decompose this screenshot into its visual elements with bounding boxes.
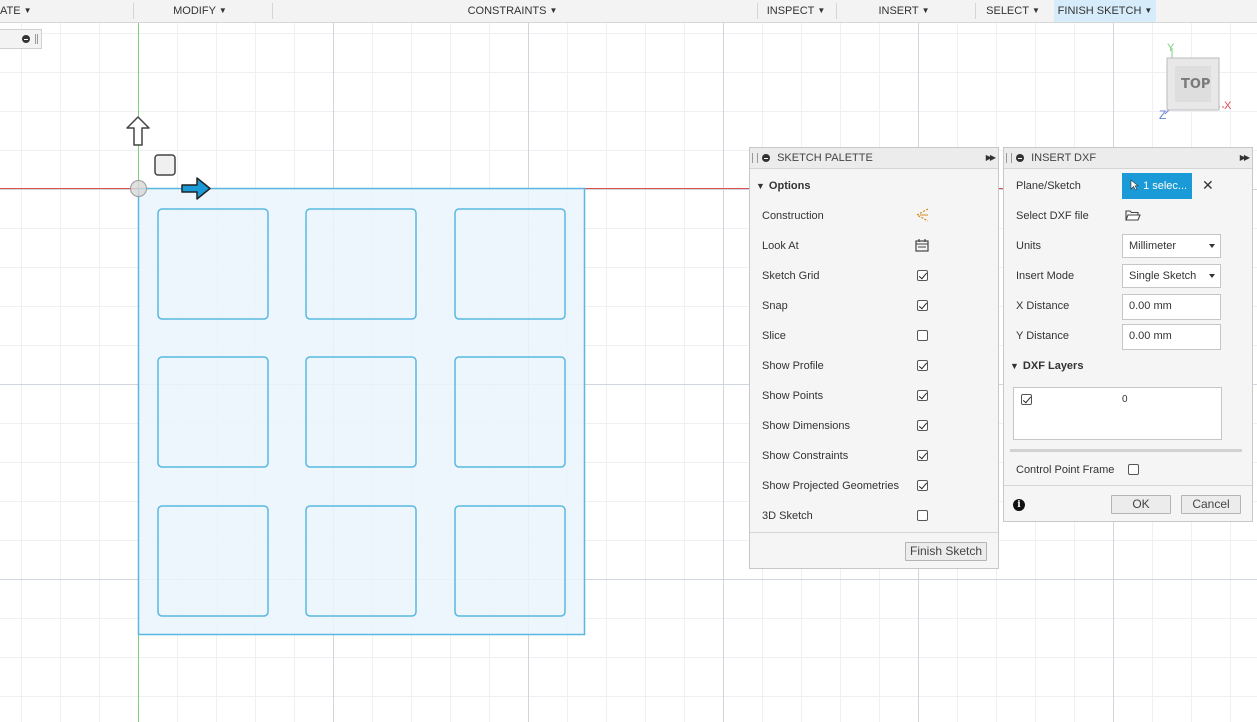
options-section-header[interactable]: ▼ Options (756, 180, 810, 192)
collapse-triangle-icon: ▼ (756, 181, 765, 191)
control-point-frame-label: Control Point Frame (1016, 464, 1115, 476)
layer-name: 0 (1122, 394, 1128, 405)
option-label: Construction (762, 210, 824, 222)
option-label: Show Projected Geometries (762, 480, 899, 492)
expand-icon[interactable]: ▶▶ (1240, 148, 1250, 168)
menu-select[interactable]: SELECT ▼ (982, 0, 1044, 22)
option-label: Show Dimensions (762, 420, 851, 432)
sketch-grid-checkbox[interactable] (917, 270, 928, 281)
clear-selection-icon[interactable]: ✕ (1202, 178, 1214, 192)
snap-checkbox[interactable] (917, 300, 928, 311)
units-label: Units (1016, 240, 1042, 252)
dxf-layers-list: 0 (1013, 387, 1222, 440)
menu-modify[interactable]: MODIFY ▼ (160, 0, 240, 22)
divider (1010, 449, 1242, 452)
cancel-button[interactable]: Cancel (1181, 495, 1241, 514)
panel-title: INSERT DXF (1031, 152, 1097, 164)
insert-mode-label: Insert Mode (1016, 270, 1075, 282)
show-dimensions-checkbox[interactable] (917, 420, 928, 431)
sketch-outer-profile (137, 187, 586, 636)
grip-icon[interactable] (1006, 153, 1012, 163)
axis-z-label: Z (1159, 108, 1167, 122)
viewcube[interactable]: TOP Y X Z (1155, 42, 1235, 125)
collapse-icon[interactable] (762, 154, 770, 163)
x-distance-input[interactable]: 0.00 mm (1122, 294, 1221, 320)
insert-dxf-panel: INSERT DXF ▶▶ Plane/Sketch 1 selec... ✕ … (1003, 147, 1253, 522)
option-label: 3D Sketch (762, 510, 813, 522)
x-distance-label: X Distance (1016, 300, 1070, 312)
open-folder-icon[interactable] (1125, 208, 1141, 222)
show-projected-geometries-checkbox[interactable] (917, 480, 928, 491)
option-label: Show Points (762, 390, 824, 402)
collapse-icon[interactable] (22, 35, 30, 43)
show-constraints-checkbox[interactable] (917, 450, 928, 461)
collapse-icon[interactable] (1016, 154, 1024, 163)
menu-finish-sketch[interactable]: FINISH SKETCH ▼ (1054, 0, 1156, 22)
show-points-checkbox[interactable] (917, 390, 928, 401)
3d-sketch-checkbox[interactable] (917, 510, 928, 521)
menu-constraints[interactable]: CONSTRAINTS ▼ (455, 0, 570, 22)
menu-create[interactable]: ATE ▼ (0, 0, 32, 22)
origin-point-icon (130, 180, 147, 197)
panel-title: SKETCH PALETTE (777, 152, 873, 164)
chevron-down-icon (1209, 274, 1215, 278)
insert-dxf-header[interactable]: INSERT DXF ▶▶ (1004, 148, 1252, 169)
control-point-frame-checkbox[interactable] (1128, 464, 1139, 475)
grip-icon[interactable] (752, 153, 758, 163)
cursor-icon (1130, 173, 1140, 199)
option-label: Slice (762, 330, 786, 342)
axis-y-label: Y (1167, 42, 1175, 54)
insert-mode-dropdown[interactable]: Single Sketch (1122, 264, 1221, 288)
collapse-triangle-icon: ▼ (1010, 361, 1019, 371)
grip-icon (35, 34, 38, 44)
units-dropdown[interactable]: Millimeter (1122, 234, 1221, 258)
toolbar: ATE ▼ MODIFY ▼ CONSTRAINTS ▼ INSPECT ▼ INSER… (0, 0, 1257, 23)
menu-inspect[interactable]: INSPECT ▼ (762, 0, 830, 22)
viewcube-face-label[interactable]: TOP (1181, 77, 1210, 92)
info-icon[interactable]: i (1013, 499, 1025, 511)
option-label: Show Profile (762, 360, 824, 372)
option-label: Show Constraints (762, 450, 849, 462)
sketch-palette-header[interactable]: SKETCH PALETTE ▶▶ (750, 148, 998, 169)
option-label: Sketch Grid (762, 270, 820, 282)
menu-insert[interactable]: INSERT ▼ (872, 0, 936, 22)
option-label: Look At (762, 240, 799, 252)
chevron-down-icon (1209, 244, 1215, 248)
plane-selection-button[interactable]: 1 selec... (1122, 173, 1192, 199)
finish-sketch-button[interactable]: Finish Sketch (905, 542, 987, 561)
slice-checkbox[interactable] (917, 330, 928, 341)
ok-button[interactable]: OK (1111, 495, 1171, 514)
y-distance-label: Y Distance (1016, 330, 1069, 342)
show-profile-checkbox[interactable] (917, 360, 928, 371)
construction-icon[interactable] (914, 207, 930, 223)
divider (1004, 485, 1252, 486)
move-up-arrow-icon (126, 116, 150, 146)
y-distance-input[interactable]: 0.00 mm (1122, 324, 1221, 350)
option-label: Snap (762, 300, 788, 312)
layer-checkbox[interactable] (1021, 394, 1032, 405)
plane-sketch-label: Plane/Sketch (1016, 180, 1081, 192)
axis-x-label: X (1224, 100, 1232, 112)
expand-icon[interactable]: ▶▶ (986, 148, 996, 168)
collapsed-browser-panel[interactable] (0, 29, 42, 49)
plane-handle-icon (154, 154, 176, 176)
select-dxf-file-label: Select DXF file (1016, 210, 1089, 222)
dxf-layers-section-header[interactable]: ▼ DXF Layers (1010, 360, 1083, 372)
look-at-icon[interactable] (914, 237, 930, 253)
sketch-palette-panel: SKETCH PALETTE ▶▶ ▼ Options Construction … (749, 147, 999, 569)
divider (750, 532, 998, 533)
